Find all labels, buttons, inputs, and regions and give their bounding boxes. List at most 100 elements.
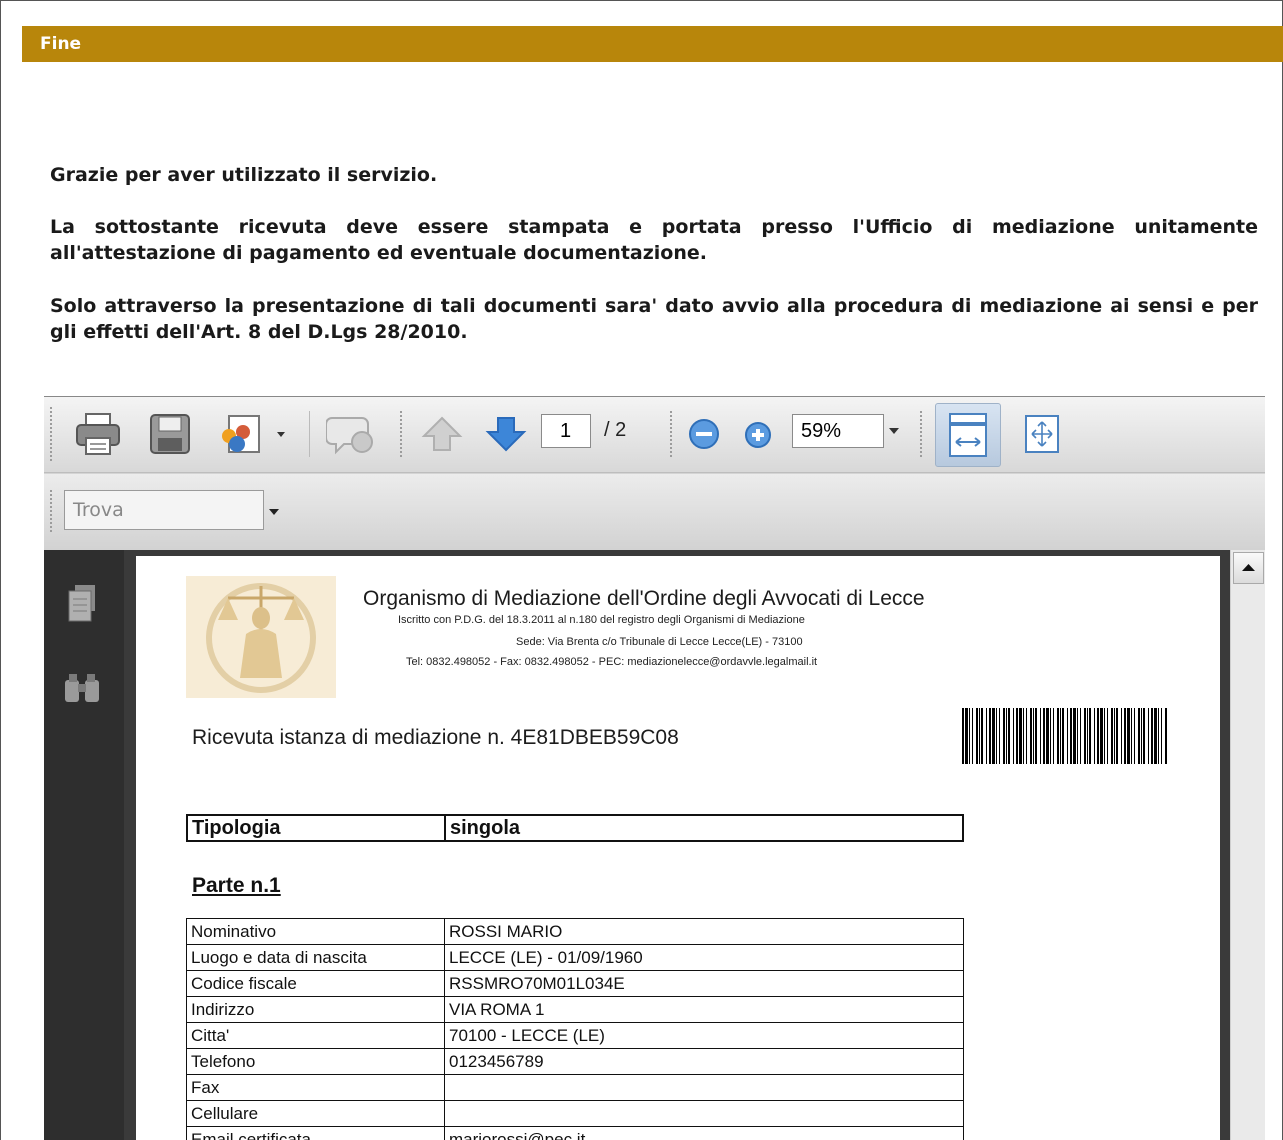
table-row: Nominativo ROSSI MARIO — [186, 918, 964, 945]
fit-page-icon — [1025, 415, 1059, 453]
field-value: 70100 - LECCE (LE) — [444, 1022, 964, 1049]
barcode-bar — [1154, 708, 1157, 764]
previous-page-button[interactable] — [416, 411, 468, 457]
barcode-bar — [1070, 708, 1072, 764]
barcode-bar — [1080, 708, 1081, 764]
table-row: Tipologia singola — [186, 814, 964, 842]
barcode-bar — [1077, 708, 1078, 764]
barcode-bar — [1016, 708, 1018, 764]
find-input[interactable]: Trova — [64, 490, 264, 530]
toolbar-grip[interactable] — [50, 490, 54, 532]
viewer-toolbar: 1 / 2 59% — [44, 397, 1265, 473]
pages-panel-button[interactable] — [62, 580, 102, 626]
thanks-message: Grazie per aver utilizzato il servizio. — [50, 164, 438, 186]
viewer-sidebar — [44, 550, 124, 1140]
share-button[interactable] — [214, 411, 290, 457]
barcode-bar — [1003, 708, 1005, 764]
field-label: Codice fiscale — [186, 970, 445, 997]
table-row: Telefono 0123456789 — [186, 1048, 964, 1075]
zoom-out-icon — [689, 419, 719, 449]
barcode-bar — [986, 708, 987, 764]
comment-icon — [326, 417, 373, 455]
zoom-in-button[interactable] — [742, 419, 774, 451]
toolbar-grip[interactable] — [50, 407, 54, 461]
table-row: Luogo e data di nascita LECCE (LE) - 01/0… — [186, 944, 964, 971]
org-address: Sede: Via Brenta c/o Tribunale di Lecce … — [516, 636, 803, 648]
field-label: Fax — [186, 1074, 445, 1101]
zoom-input[interactable]: 59% — [792, 414, 884, 448]
barcode-bar — [1121, 708, 1122, 764]
page-number-input[interactable]: 1 — [541, 414, 591, 448]
find-dropdown-button[interactable] — [266, 504, 282, 520]
field-value: VIA ROMA 1 — [444, 996, 964, 1023]
vertical-scrollbar[interactable] — [1230, 550, 1265, 1140]
fit-width-icon — [949, 413, 987, 457]
barcode-bar — [962, 708, 964, 764]
barcode-bar — [1013, 708, 1014, 764]
search-panel-button[interactable] — [60, 668, 104, 708]
save-button[interactable] — [144, 411, 196, 457]
barcode-bar — [1057, 708, 1059, 764]
table-row: Indirizzo VIA ROMA 1 — [186, 996, 964, 1023]
table-row: Email certificata mariorossi@pec.it — [186, 1126, 964, 1140]
barcode-bar — [992, 708, 995, 764]
field-value — [444, 1074, 964, 1101]
toolbar-grip[interactable] — [400, 411, 404, 457]
barcode-bar — [1060, 708, 1061, 764]
barcode-bar — [1094, 708, 1095, 764]
zoom-out-button[interactable] — [686, 416, 722, 452]
scroll-up-button[interactable] — [1233, 552, 1264, 584]
print-notice: La sottostante ricevuta deve essere stam… — [50, 216, 1258, 264]
barcode-bar — [1040, 708, 1041, 764]
barcode-bar — [1089, 708, 1091, 764]
barcode-bar — [1161, 708, 1162, 764]
document-area[interactable]: Organismo di Mediazione dell'Ordine degl… — [124, 550, 1230, 1140]
field-label: Cellulare — [186, 1100, 445, 1127]
barcode — [962, 708, 1167, 764]
toolbar-grip[interactable] — [670, 411, 674, 457]
org-title: Organismo di Mediazione dell'Ordine degl… — [363, 587, 925, 610]
barcode-bar — [1073, 708, 1076, 764]
barcode-bar — [1033, 708, 1034, 764]
toolbar-separator — [309, 411, 310, 457]
barcode-bar — [1114, 708, 1115, 764]
chevron-up-icon — [1242, 564, 1255, 571]
field-value — [444, 1100, 964, 1127]
tipologia-value: singola — [444, 814, 964, 842]
barcode-bar — [996, 708, 997, 764]
barcode-bar — [989, 708, 991, 764]
barcode-bar — [1026, 708, 1027, 764]
barcode-bar — [1050, 708, 1051, 764]
field-label: Luogo e data di nascita — [186, 944, 445, 971]
zoom-dropdown-button[interactable] — [886, 423, 902, 439]
barcode-bar — [1067, 708, 1068, 764]
parte-heading: Parte n.1 — [192, 874, 281, 897]
save-icon — [150, 414, 190, 454]
barcode-bar — [1151, 708, 1153, 764]
barcode-bar — [999, 708, 1000, 764]
field-value: RSSMRO70M01L034E — [444, 970, 964, 997]
field-value: LECCE (LE) - 01/09/1960 — [444, 944, 964, 971]
toolbar-grip[interactable] — [920, 411, 924, 457]
barcode-bar — [1148, 708, 1149, 764]
barcode-bar — [1104, 708, 1105, 764]
field-value: ROSSI MARIO — [444, 918, 964, 945]
barcode-bar — [1087, 708, 1088, 764]
barcode-bar — [1100, 708, 1103, 764]
comment-button[interactable] — [324, 411, 382, 457]
binoculars-icon — [65, 674, 99, 702]
barcode-bar — [1116, 708, 1118, 764]
print-button[interactable] — [72, 411, 124, 457]
pdf-page: Organismo di Mediazione dell'Ordine degl… — [136, 556, 1220, 1140]
fit-page-button[interactable] — [1016, 411, 1068, 457]
chevron-down-icon — [269, 509, 279, 515]
justice-logo — [186, 576, 336, 698]
pages-icon — [68, 585, 95, 622]
section-title: Fine — [40, 34, 82, 54]
fit-width-button[interactable] — [935, 403, 1001, 467]
next-page-button[interactable] — [480, 411, 532, 457]
field-label: Email certificata — [186, 1126, 445, 1140]
field-label: Nominativo — [186, 918, 445, 945]
barcode-bar — [1084, 708, 1086, 764]
page-total: / 2 — [604, 419, 627, 441]
